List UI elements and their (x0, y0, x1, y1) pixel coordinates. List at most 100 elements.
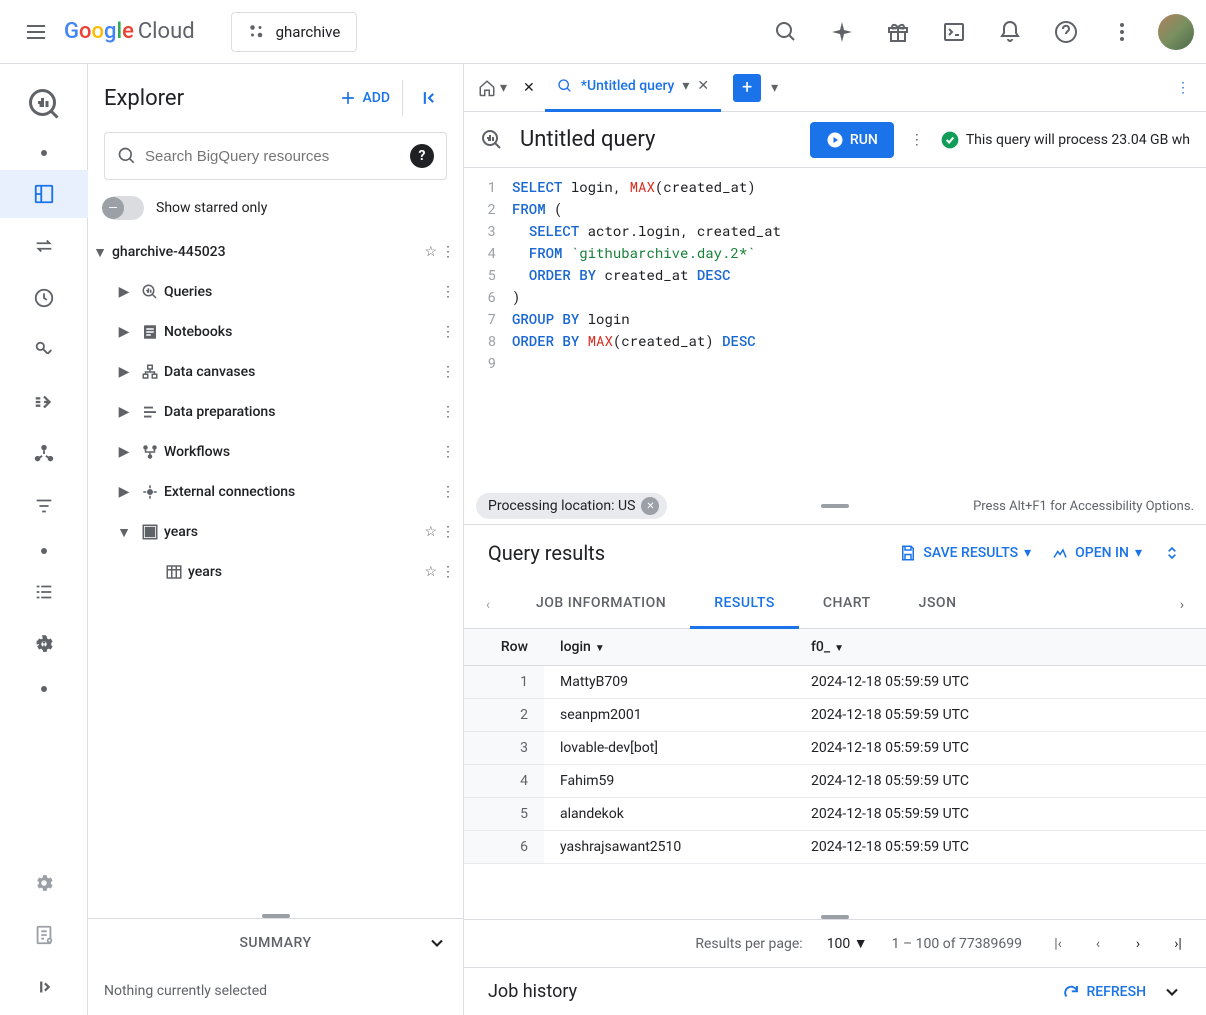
project-picker[interactable]: gharchive (231, 12, 358, 52)
query-menu-icon[interactable]: ⋮ (910, 132, 924, 148)
tree-preparations[interactable]: ▶ Data preparations ⋮ (88, 392, 463, 432)
nav-notes-icon[interactable] (20, 911, 68, 959)
row-menu-icon[interactable]: ⋮ (441, 564, 455, 580)
per-page-select[interactable]: 100 ▼ (827, 935, 868, 952)
row-menu-icon[interactable]: ⋮ (441, 524, 455, 540)
chevron-down-icon[interactable]: ▾ (682, 78, 689, 94)
col-f0[interactable]: f0_▼ (795, 629, 1106, 666)
next-page-icon[interactable]: › (1126, 936, 1150, 952)
tab-json[interactable]: JSON (895, 581, 981, 629)
table-row[interactable]: 6 yashrajsawant2510 2024-12-18 05:59:59 … (464, 831, 1206, 864)
tab-results[interactable]: RESULTS (690, 581, 799, 629)
nav-expand-icon[interactable] (20, 963, 68, 1011)
tree-notebooks[interactable]: ▶ Notebooks ⋮ (88, 312, 463, 352)
save-results-button[interactable]: SAVE RESULTS ▾ (899, 544, 1031, 562)
google-cloud-logo[interactable]: Google Cloud (64, 19, 195, 44)
nav-filter-icon[interactable] (20, 482, 68, 530)
tree-table-years[interactable]: years ☆⋮ (88, 552, 463, 592)
more-menu-icon[interactable] (1098, 8, 1146, 56)
add-button[interactable]: ADD (330, 80, 398, 116)
col-login[interactable]: login▼ (544, 629, 795, 666)
sql-editor[interactable]: 123456789 SELECT login, MAX(created_at) … (464, 168, 1206, 488)
sql-code[interactable]: SELECT login, MAX(created_at) FROM ( SEL… (504, 168, 1206, 488)
star-icon[interactable]: ☆ (424, 564, 437, 580)
query-icon (136, 283, 164, 301)
nav-transfers-icon[interactable] (20, 222, 68, 270)
row-menu-icon[interactable]: ⋮ (441, 244, 455, 260)
row-menu-icon[interactable]: ⋮ (441, 484, 455, 500)
query-icon (557, 78, 573, 94)
expand-results-icon[interactable] (1162, 543, 1182, 563)
tree-dataset-years[interactable]: ▼ years ☆⋮ (88, 512, 463, 552)
table-row[interactable]: 3 lovable-dev[bot] 2024-12-18 05:59:59 U… (464, 732, 1206, 765)
query-icon (480, 128, 504, 152)
chevron-down-icon[interactable]: ▾ (771, 80, 778, 96)
star-icon[interactable]: ☆ (424, 244, 437, 260)
rail-separator (41, 150, 47, 156)
tree-workflows[interactable]: ▶ Workflows ⋮ (88, 432, 463, 472)
run-button[interactable]: RUN (810, 122, 894, 158)
cloud-shell-icon[interactable] (930, 8, 978, 56)
tab-untitled-query[interactable]: *Untitled query ▾ ✕ (545, 64, 721, 112)
nav-list-icon[interactable] (20, 568, 68, 616)
new-tab-button[interactable]: + (733, 74, 761, 102)
gemini-icon[interactable] (818, 8, 866, 56)
tree-project[interactable]: ▼ gharchive-445023 ☆ ⋮ (88, 232, 463, 272)
chip-close-icon[interactable]: ✕ (641, 497, 659, 515)
bigquery-icon[interactable] (16, 76, 72, 132)
last-page-icon[interactable]: ›| (1166, 936, 1190, 952)
tree-connections[interactable]: ▶ External connections ⋮ (88, 472, 463, 512)
chevron-down-icon[interactable] (1162, 982, 1182, 1002)
user-avatar[interactable] (1158, 14, 1194, 50)
tabs-menu-icon[interactable]: ⋮ (1168, 80, 1198, 96)
tree-canvases[interactable]: ▶ Data canvases ⋮ (88, 352, 463, 392)
help-icon[interactable] (1042, 8, 1090, 56)
table-row[interactable]: 1 MattyB709 2024-12-18 05:59:59 UTC (464, 666, 1206, 699)
tree-queries[interactable]: ▶ Queries ⋮ (88, 272, 463, 312)
starred-toggle[interactable]: — (104, 196, 144, 220)
table-row[interactable]: 2 seanpm2001 2024-12-18 05:59:59 UTC (464, 699, 1206, 732)
location-chip[interactable]: Processing location: US ✕ (476, 493, 667, 519)
tabs-next-icon[interactable]: › (1158, 597, 1206, 613)
close-icon[interactable]: ✕ (517, 80, 541, 96)
row-menu-icon[interactable]: ⋮ (441, 404, 455, 420)
table-row[interactable]: 4 Fahim59 2024-12-18 05:59:59 UTC (464, 765, 1206, 798)
first-page-icon[interactable]: |‹ (1046, 936, 1070, 952)
hamburger-menu-icon[interactable] (12, 8, 60, 56)
tab-job-info[interactable]: JOB INFORMATION (512, 581, 690, 629)
gift-icon[interactable] (874, 8, 922, 56)
sort-icon[interactable]: ▼ (834, 643, 844, 654)
nav-settings-icon[interactable] (20, 620, 68, 668)
refresh-button[interactable]: REFRESH (1062, 983, 1146, 1001)
summary-toggle[interactable]: SUMMARY (88, 919, 463, 967)
nav-studio-icon[interactable] (0, 170, 88, 218)
tabs-prev-icon[interactable]: ‹ (464, 597, 512, 613)
sort-icon[interactable]: ▼ (595, 643, 605, 654)
search-help-icon[interactable]: ? (410, 144, 434, 168)
nav-analytics-icon[interactable] (20, 326, 68, 374)
col-row[interactable]: Row (464, 629, 544, 666)
nav-scheduled-icon[interactable] (20, 274, 68, 322)
row-menu-icon[interactable]: ⋮ (441, 284, 455, 300)
nav-hub-icon[interactable] (20, 430, 68, 478)
search-input[interactable] (145, 148, 402, 165)
row-menu-icon[interactable]: ⋮ (441, 324, 455, 340)
tab-chart[interactable]: CHART (799, 581, 895, 629)
prev-page-icon[interactable]: ‹ (1086, 936, 1110, 952)
table-row[interactable]: 5 alandekok 2024-12-18 05:59:59 UTC (464, 798, 1206, 831)
nav-migration-icon[interactable] (20, 378, 68, 426)
open-in-button[interactable]: OPEN IN ▾ (1051, 544, 1142, 562)
collapse-panel-icon[interactable] (402, 80, 447, 116)
star-icon[interactable]: ☆ (424, 524, 437, 540)
search-box[interactable]: ? (104, 132, 447, 180)
drag-handle[interactable] (821, 504, 849, 508)
search-icon[interactable] (762, 8, 810, 56)
cell-login: alandekok (544, 798, 795, 831)
home-tab[interactable]: ▾ (472, 79, 513, 97)
nav-gear-icon[interactable] (20, 859, 68, 907)
drag-handle[interactable] (821, 915, 849, 919)
notifications-icon[interactable] (986, 8, 1034, 56)
close-tab-icon[interactable]: ✕ (697, 78, 709, 94)
row-menu-icon[interactable]: ⋮ (441, 444, 455, 460)
row-menu-icon[interactable]: ⋮ (441, 364, 455, 380)
